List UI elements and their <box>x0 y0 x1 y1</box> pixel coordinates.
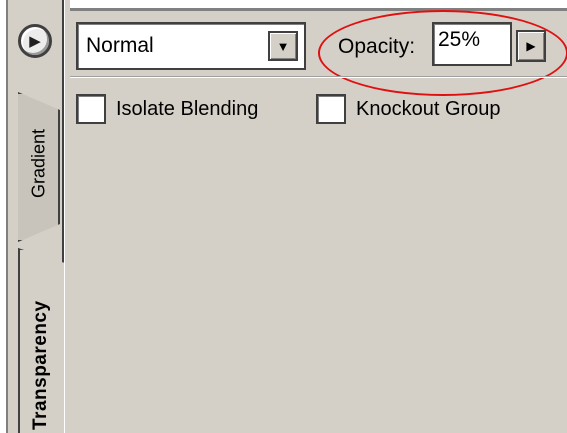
opacity-slider-button[interactable]: ▶ <box>516 30 546 62</box>
panel-left-edge <box>0 0 8 433</box>
opacity-input[interactable]: 25% <box>432 22 512 66</box>
knockout-group-label[interactable]: Knockout Group <box>356 98 501 121</box>
opacity-label: Opacity: <box>338 35 416 58</box>
tab-transparency-label[interactable]: Transparency <box>24 262 58 430</box>
tab-gradient-label[interactable]: Gradient <box>24 108 54 218</box>
blend-mode-value: Normal <box>86 34 154 57</box>
isolate-blending-option: Isolate Blending <box>76 92 258 126</box>
toolbar-separator <box>70 76 567 78</box>
chevron-down-icon[interactable]: ▼ <box>268 31 298 61</box>
knockout-group-checkbox[interactable] <box>316 94 346 124</box>
triangle-right-icon: ▶ <box>526 39 536 53</box>
isolate-blending-checkbox[interactable] <box>76 94 106 124</box>
play-right-icon: ▶ <box>29 32 41 50</box>
transparency-panel: ▶ Gradient Transparency Normal ▼ Opacity… <box>0 0 567 433</box>
isolate-blending-label[interactable]: Isolate Blending <box>116 98 258 121</box>
toolbar-top-shadow <box>70 8 567 11</box>
panel-menu-button[interactable]: ▶ <box>18 24 52 58</box>
knockout-group-option: Knockout Group <box>316 92 501 126</box>
blend-mode-select[interactable]: Normal ▼ <box>76 22 306 70</box>
